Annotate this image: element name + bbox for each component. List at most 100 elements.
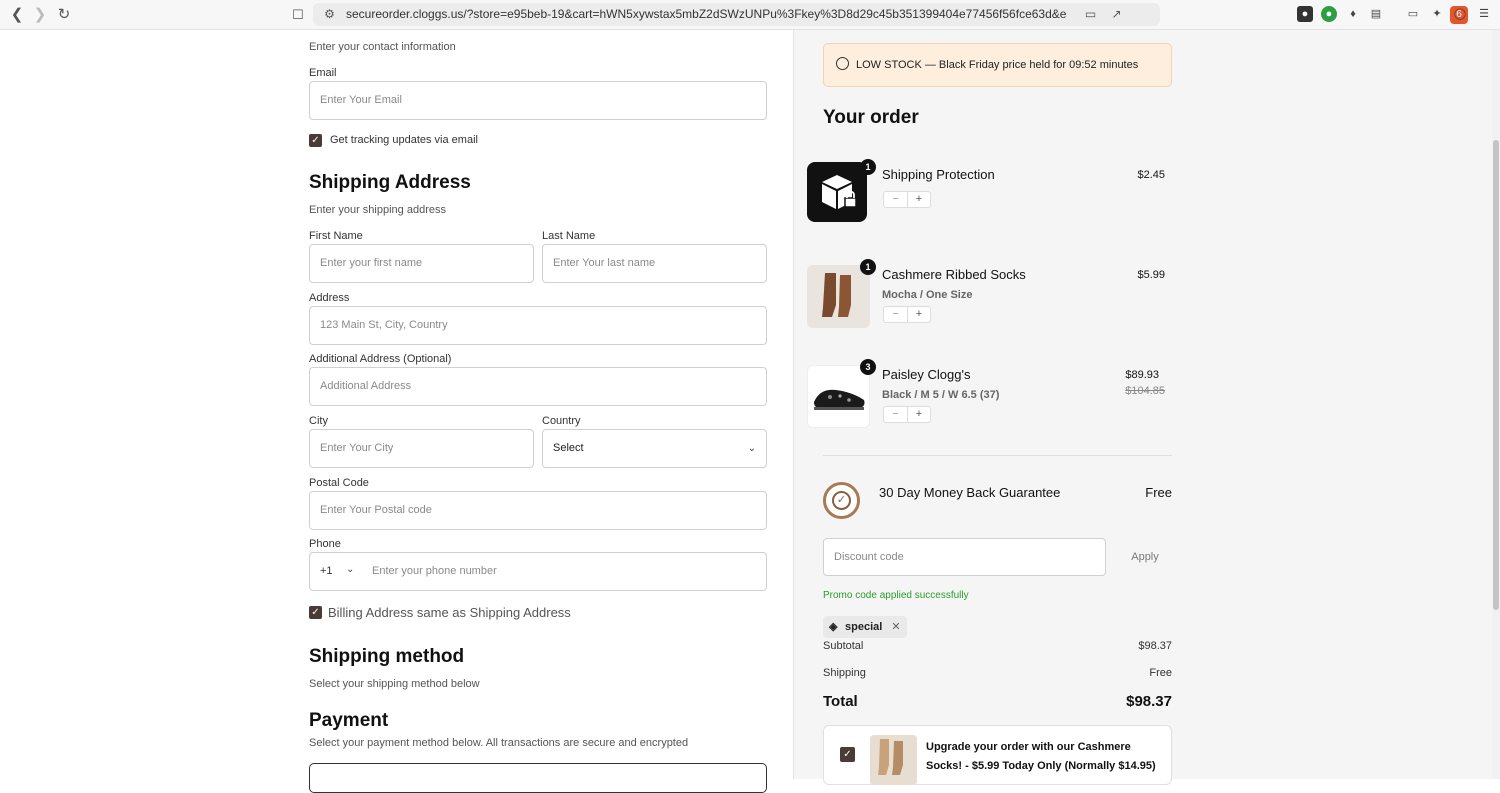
shipping-method-title: Shipping method (309, 646, 465, 667)
increment-button[interactable]: + (907, 307, 930, 322)
sidebar-icon[interactable]: ▤ (1368, 6, 1384, 22)
additional-address-label: Additional Address (Optional) (309, 353, 452, 365)
item-name: Cashmere Ribbed Socks (882, 267, 1026, 282)
guarantee-badge-icon: ✓ (823, 482, 860, 519)
vpn-icon[interactable]: ◯ (1452, 6, 1468, 22)
upsell-text: Upgrade your order with our Cashmere Soc… (926, 741, 1156, 772)
email-field[interactable]: Enter Your Email (309, 81, 767, 120)
chevron-down-icon[interactable]: ⌄ (346, 551, 354, 588)
shipping-address-subtitle: Enter your shipping address (309, 204, 446, 216)
address-bar[interactable]: ⚙ secureorder.cloggs.us/?store=e95beb-19… (313, 3, 1468, 26)
quantity-badge: 1 (860, 159, 876, 175)
shipping-label: Shipping (823, 667, 866, 679)
item-name: Paisley Clogg's (882, 367, 971, 382)
item-price: $2.45 (1137, 169, 1165, 181)
subtotal-label: Subtotal (823, 640, 864, 652)
leo-ai-icon[interactable]: ✦ (1429, 6, 1445, 22)
item-name: Shipping Protection (882, 167, 995, 182)
quantity-badge: 3 (860, 359, 876, 375)
increment-button[interactable]: + (907, 407, 930, 422)
divider (823, 455, 1172, 456)
chevron-down-icon: ⌄ (747, 443, 756, 454)
apply-button[interactable]: Apply (1118, 538, 1172, 576)
city-field[interactable]: Enter Your City (309, 429, 534, 468)
promo-tag: ◈ special ✕ (823, 616, 907, 638)
postal-code-label: Postal Code (309, 477, 369, 489)
puzzle-icon[interactable]: ♦ (1345, 6, 1361, 22)
decrement-button[interactable]: − (884, 407, 907, 422)
low-stock-banner: LOW STOCK — Black Friday price held for … (823, 43, 1172, 87)
menu-icon[interactable]: ☰ (1476, 6, 1492, 22)
tracking-label: Get tracking updates via email (330, 134, 478, 146)
billing-same-label: Billing Address same as Shipping Address (328, 605, 571, 620)
country-select[interactable]: Select ⌄ (542, 429, 767, 468)
socks-image (807, 265, 870, 328)
item-variant: Mocha / One Size (882, 289, 973, 301)
extension-icon[interactable]: ● (1321, 6, 1337, 22)
reload-icon[interactable]: ↻ (55, 6, 73, 24)
item-old-price: $104.85 (1125, 385, 1165, 397)
wallet-icon[interactable]: ▭ (1405, 6, 1421, 22)
payment-option[interactable] (309, 763, 767, 793)
additional-address-field[interactable]: Additional Address (309, 367, 767, 406)
quantity-stepper[interactable]: − + (883, 306, 931, 323)
clock-icon (836, 57, 849, 70)
back-icon[interactable]: ❮ (8, 6, 26, 24)
decrement-button[interactable]: − (884, 307, 907, 322)
total-label: Total (823, 693, 858, 710)
payment-subtitle: Select your payment method below. All tr… (309, 737, 689, 749)
scrollbar-thumb[interactable] (1493, 140, 1499, 610)
country-select-value: Select (553, 442, 584, 454)
upsell-checkbox[interactable]: ✓ (840, 747, 855, 762)
increment-button[interactable]: + (907, 192, 930, 207)
first-name-field[interactable]: Enter your first name (309, 244, 534, 283)
payment-title: Payment (309, 710, 389, 731)
last-name-label: Last Name (542, 230, 596, 242)
decrement-button[interactable]: − (884, 192, 907, 207)
url-text: secureorder.cloggs.us/?store=e95beb-19&c… (346, 7, 1066, 21)
checkout-page: Enter your contact information Email Ent… (0, 30, 1500, 793)
promo-code-text: special (845, 621, 883, 633)
billing-same-checkbox[interactable]: ✓ (309, 606, 322, 619)
quantity-stepper[interactable]: − + (883, 191, 931, 208)
guarantee-price: Free (1145, 485, 1172, 500)
low-stock-text: LOW STOCK — Black Friday price held for … (856, 59, 1139, 71)
phone-country-code[interactable]: +1 (320, 553, 333, 590)
item-price: $5.99 (1137, 269, 1165, 281)
order-title: Your order (823, 107, 919, 128)
shipping-value: Free (1149, 667, 1172, 679)
shipping-method-subtitle: Select your shipping method below (309, 678, 480, 690)
share-icon[interactable]: ↗ (1109, 7, 1124, 22)
promo-success-text: Promo code applied successfully (823, 590, 969, 601)
scrollbar[interactable] (1492, 30, 1500, 779)
tag-icon: ◈ (829, 621, 838, 633)
remove-promo-icon[interactable]: ✕ (891, 621, 900, 633)
address-field[interactable]: 123 Main St, City, Country (309, 306, 767, 345)
shipping-address-title: Shipping Address (309, 172, 471, 193)
bookmark-icon[interactable]: ☐ (289, 6, 307, 24)
last-name-field[interactable]: Enter Your last name (542, 244, 767, 283)
phone-input[interactable]: Enter your phone number (372, 553, 497, 590)
quantity-badge: 1 (860, 259, 876, 275)
upsell-box: ✓ Upgrade your order with our Cashmere S… (823, 725, 1172, 785)
postal-code-field[interactable]: Enter Your Postal code (309, 491, 767, 530)
subtotal-value: $98.37 (1138, 640, 1172, 652)
address-label: Address (309, 292, 350, 304)
discount-code-input[interactable]: Discount code (823, 538, 1106, 576)
clogs-image (807, 365, 870, 428)
cast-icon[interactable]: ▭ (1083, 7, 1098, 22)
extension-icon[interactable]: ● (1297, 6, 1313, 22)
contact-intro: Enter your contact information (309, 41, 456, 53)
phone-field[interactable]: +1 ⌄ Enter your phone number (309, 552, 767, 591)
guarantee-label: 30 Day Money Back Guarantee (879, 485, 1061, 500)
first-name-label: First Name (309, 230, 363, 242)
item-price: $89.93 (1125, 369, 1159, 381)
tracking-checkbox[interactable]: ✓ (309, 134, 322, 147)
email-label: Email (309, 67, 337, 79)
upsell-socks-image (870, 735, 917, 785)
forward-icon[interactable]: ❯ (31, 6, 49, 24)
site-info-icon[interactable]: ⚙ (322, 7, 337, 22)
city-label: City (309, 415, 328, 427)
quantity-stepper[interactable]: − + (883, 406, 931, 423)
phone-label: Phone (309, 538, 341, 550)
